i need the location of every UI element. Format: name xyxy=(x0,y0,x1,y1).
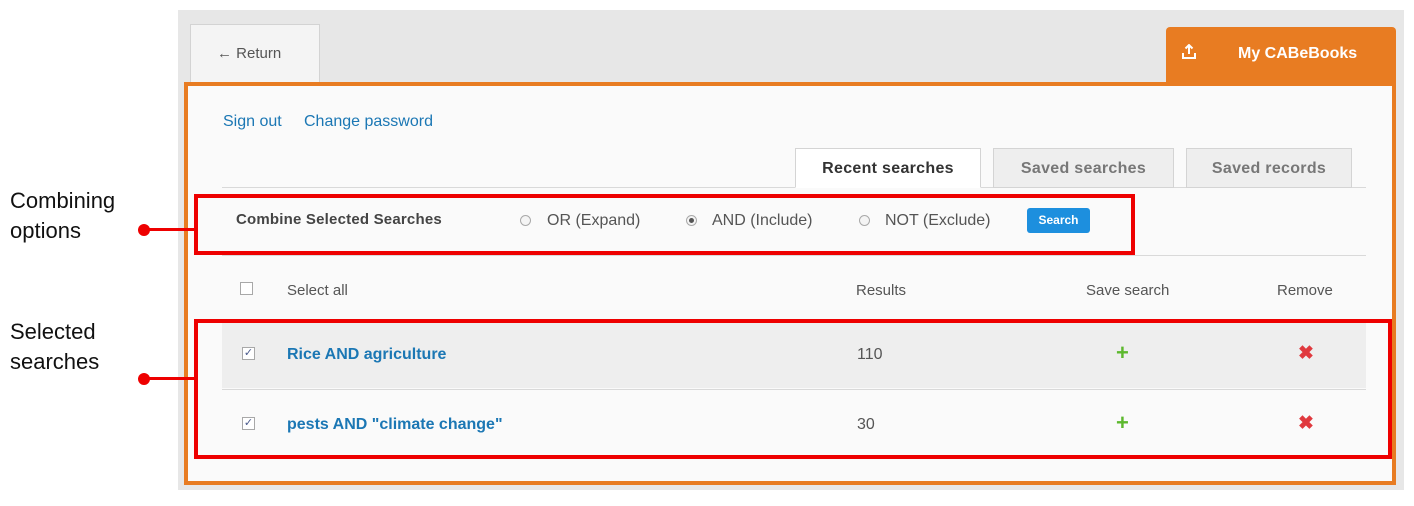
tab-saved-records-label[interactable]: Saved records xyxy=(1212,160,1326,177)
selected-searches-highlight-box xyxy=(194,319,1392,459)
change-password-link[interactable]: Change password xyxy=(304,113,433,131)
sign-out-link[interactable]: Sign out xyxy=(223,113,282,131)
combining-connector-line xyxy=(144,228,196,231)
upload-icon-glyph xyxy=(1182,43,1196,59)
my-cabebooks-tab[interactable]: My CABeBooks xyxy=(1166,27,1396,83)
selected-connector-line xyxy=(144,377,196,380)
return-tab[interactable]: ← Return xyxy=(190,24,320,82)
results-column-header: Results xyxy=(856,282,907,299)
combining-options-highlight-box xyxy=(194,194,1135,255)
tab-recent-searches-label[interactable]: Recent searches xyxy=(822,160,954,177)
upload-icon xyxy=(1182,43,1196,64)
tab-saved-searches[interactable]: Saved searches xyxy=(993,148,1174,188)
combining-options-annotation: Combining options xyxy=(10,186,115,246)
tab-saved-searches-label[interactable]: Saved searches xyxy=(1021,160,1146,177)
selected-searches-annotation: Selected searches xyxy=(10,317,99,377)
save-search-column-header: Save search xyxy=(1086,282,1170,299)
combine-divider xyxy=(222,255,1366,256)
return-label[interactable]: ← Return xyxy=(217,45,281,62)
selected-annotation-line1: Selected xyxy=(10,319,96,344)
combining-annotation-line2: options xyxy=(10,218,81,243)
select-all-label[interactable]: Select all xyxy=(287,282,348,299)
combining-annotation-line1: Combining xyxy=(10,188,116,213)
tab-recent-searches[interactable]: Recent searches xyxy=(795,148,981,188)
remove-column-header: Remove xyxy=(1277,282,1333,299)
my-cabebooks-label[interactable]: My CABeBooks xyxy=(1238,45,1357,63)
select-all-checkbox[interactable] xyxy=(240,282,253,295)
tab-saved-records[interactable]: Saved records xyxy=(1186,148,1352,188)
selected-annotation-line2: searches xyxy=(10,349,100,374)
